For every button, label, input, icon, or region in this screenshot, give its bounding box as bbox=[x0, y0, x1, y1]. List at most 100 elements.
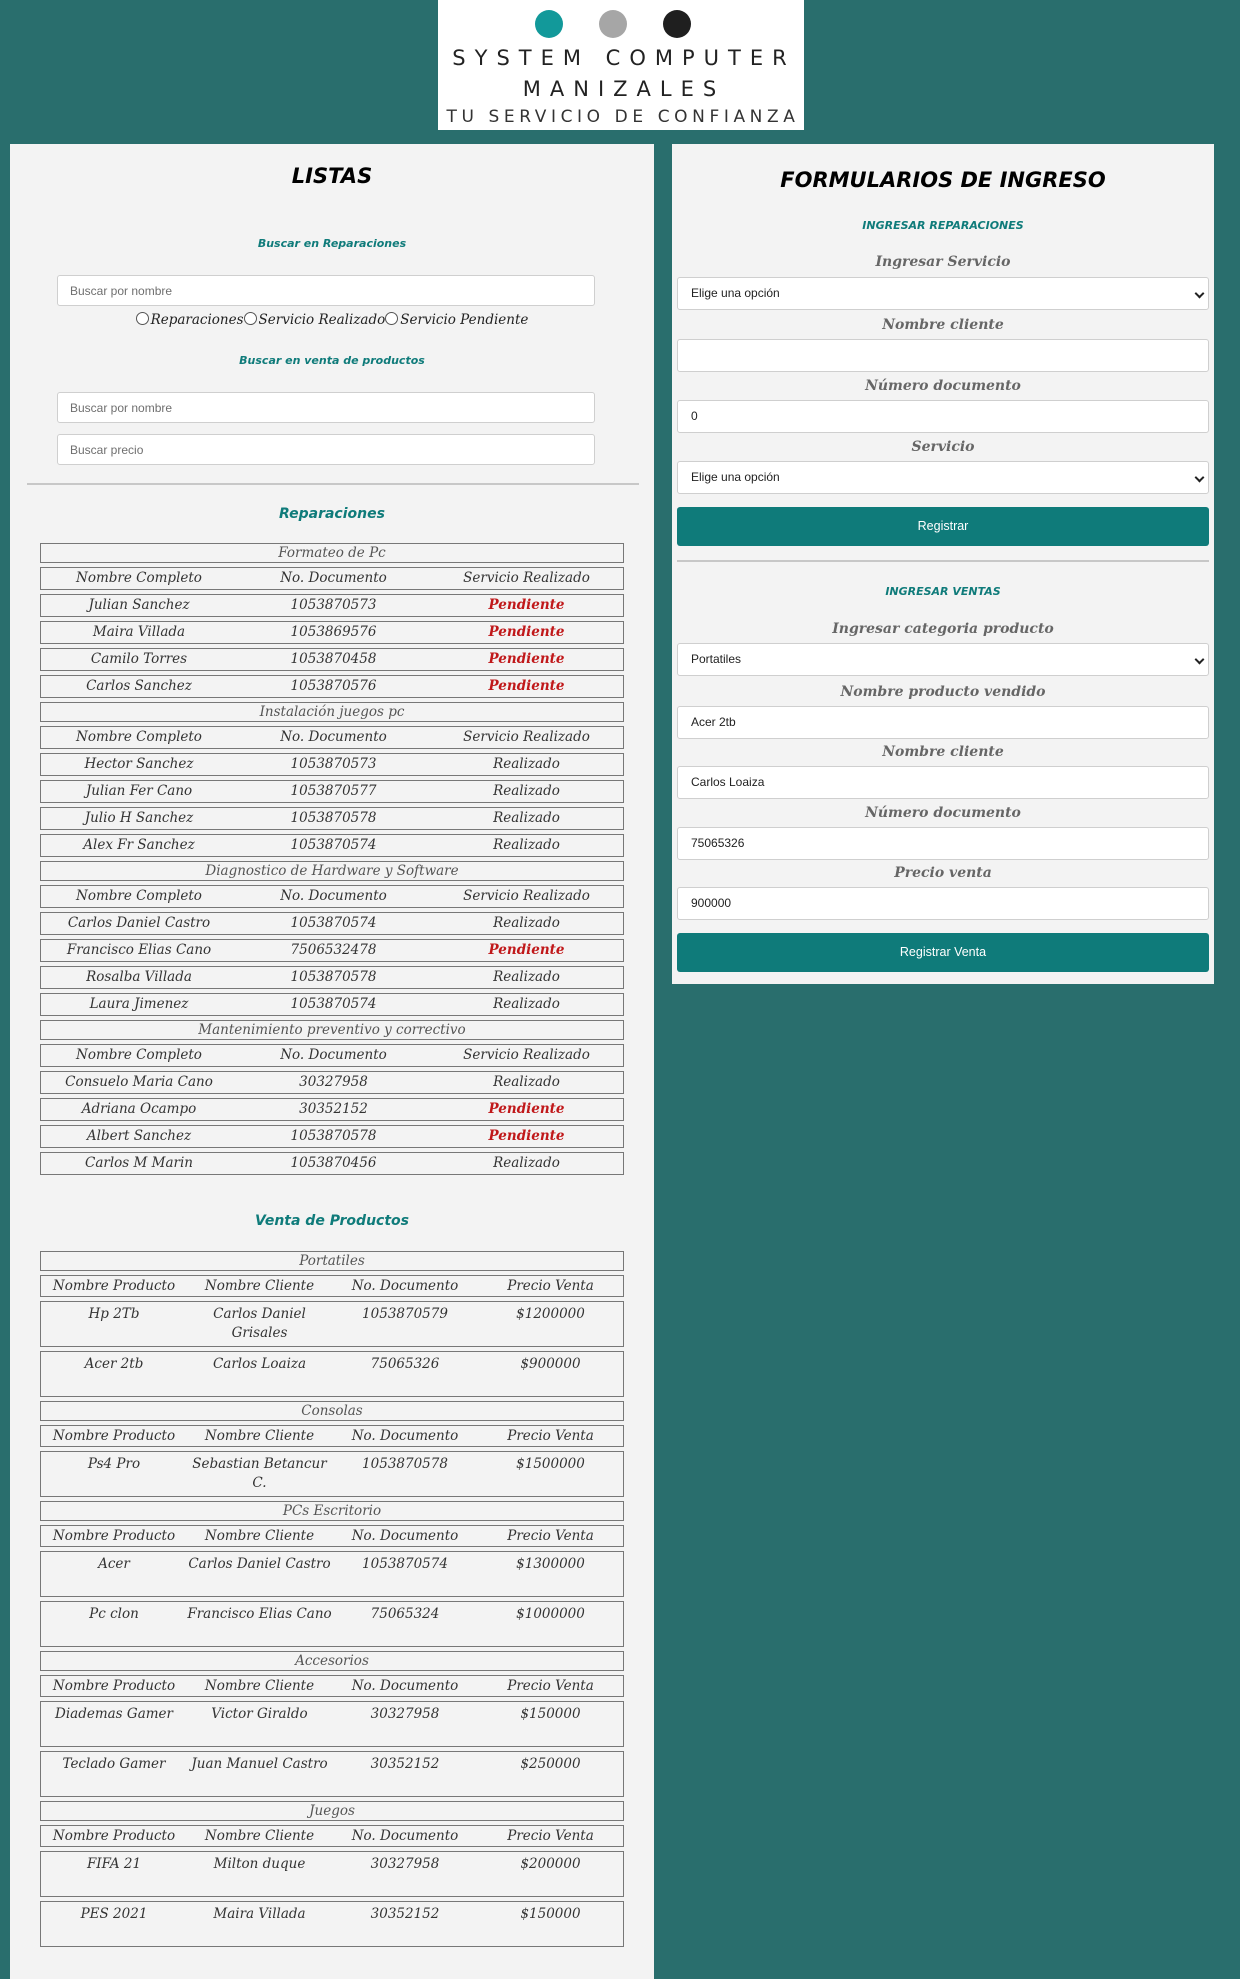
document-cell: 1053870574 bbox=[290, 915, 377, 931]
column-header: No. Documento bbox=[351, 1428, 459, 1444]
price-cell: $900000 bbox=[520, 1356, 581, 1372]
status-cell: Realizado bbox=[493, 969, 560, 985]
sale-client-input[interactable]: Carlos Loaiza bbox=[677, 766, 1209, 799]
column-header: Nombre Producto bbox=[52, 1428, 176, 1444]
client-name-cell: Carlos Daniel Grisales bbox=[213, 1306, 306, 1341]
table-row: Pc clon Francisco Elias Cano 75065324 $1000… bbox=[40, 1601, 624, 1647]
sales-column-header-row: Nombre Producto Nombre Cliente No. Documen… bbox=[40, 1275, 624, 1297]
sale-price-label: Precio venta bbox=[894, 865, 992, 881]
document-cell: 1053870578 bbox=[290, 969, 377, 985]
radio-circle-icon[interactable] bbox=[243, 312, 257, 325]
client-name-cell: Sebastian Betancur C. bbox=[192, 1456, 327, 1491]
product-name-cell: Pc clon bbox=[89, 1606, 139, 1622]
document-cell: 30327958 bbox=[370, 1706, 440, 1722]
column-header: No. Documento bbox=[351, 1678, 459, 1694]
client-name-cell: Victor Giraldo bbox=[211, 1706, 308, 1722]
column-header: No. Documento bbox=[280, 1047, 387, 1063]
product-name-input[interactable]: Acer 2tb bbox=[677, 706, 1209, 739]
repairs-table: Formateo de Pc Nombre Completo No. Documen… bbox=[40, 543, 624, 1179]
client-name-cell: Rosalba Villada bbox=[86, 969, 192, 985]
table-row: Hector Sanchez 1053870573 Realizado bbox=[40, 753, 624, 776]
radio-reparaciones[interactable]: Reparaciones bbox=[135, 312, 244, 328]
search-repairs-input[interactable] bbox=[57, 275, 595, 306]
servicio-select[interactable]: Elige una opción bbox=[677, 461, 1209, 494]
column-header: No. Documento bbox=[351, 1278, 459, 1294]
repair-category-header: Diagnostico de Hardware y Software bbox=[40, 861, 624, 881]
forms-title: FORMULARIOS DE INGRESO bbox=[780, 168, 1106, 192]
price-cell: $200000 bbox=[520, 1856, 581, 1872]
document-cell: 1053870578 bbox=[290, 1128, 377, 1144]
column-header: Nombre Producto bbox=[52, 1528, 176, 1544]
table-row: Acer Carlos Daniel Castro 1053870574 $13000… bbox=[40, 1551, 624, 1597]
repair-column-header-row: Nombre Completo No. Documento Servicio Rea… bbox=[40, 1044, 624, 1067]
table-row: Francisco Elias Cano 7506532478 Pendiente bbox=[40, 939, 624, 962]
product-name-label: Nombre producto vendido bbox=[840, 684, 1046, 700]
document-cell: 7506532478 bbox=[290, 942, 377, 958]
column-header: Precio Venta bbox=[507, 1678, 594, 1694]
table-row: Diademas Gamer Victor Giraldo 30327958 $150… bbox=[40, 1701, 624, 1747]
service-select-label: Ingresar Servicio bbox=[875, 254, 1011, 270]
repair-column-header-row: Nombre Completo No. Documento Servicio Rea… bbox=[40, 726, 624, 749]
repair-column-header-row: Nombre Completo No. Documento Servicio Rea… bbox=[40, 567, 624, 590]
client-name-cell: Laura Jimenez bbox=[89, 996, 189, 1012]
table-row: Carlos M Marin 1053870456 Realizado bbox=[40, 1152, 624, 1175]
logo-dot-gray bbox=[599, 10, 627, 38]
sales-table: Portatiles Nombre Producto Nombre Cliente N… bbox=[40, 1251, 624, 1951]
radio-servicio-realizado[interactable]: Servicio Realizado bbox=[243, 312, 385, 328]
servicio-select-value: Elige una opción bbox=[691, 470, 780, 484]
status-cell: Pendiente bbox=[488, 651, 565, 667]
status-cell: Realizado bbox=[493, 1155, 560, 1171]
brand-name-line1: SYSTEM COMPUTER bbox=[452, 46, 796, 70]
product-name-value: Acer 2tb bbox=[691, 715, 736, 729]
column-header: Nombre Completo bbox=[76, 729, 202, 745]
document-cell: 1053870578 bbox=[362, 1456, 448, 1472]
table-row: Laura Jimenez 1053870574 Realizado bbox=[40, 993, 624, 1016]
client-name-cell: Julio H Sanchez bbox=[84, 810, 194, 826]
document-cell: 1053870458 bbox=[290, 651, 377, 667]
table-row: Consuelo Maria Cano 30327958 Realizado bbox=[40, 1071, 624, 1094]
price-cell: $250000 bbox=[520, 1756, 581, 1772]
product-name-cell: Hp 2Tb bbox=[88, 1306, 140, 1322]
search-sales-price-input[interactable] bbox=[57, 434, 595, 465]
status-cell: Pendiente bbox=[488, 942, 565, 958]
status-cell: Pendiente bbox=[488, 1128, 565, 1144]
radio-servicio-pendiente[interactable]: Servicio Pendiente bbox=[385, 312, 528, 328]
client-name-label: Nombre cliente bbox=[882, 317, 1004, 333]
sale-doc-input[interactable]: 75065326 bbox=[677, 827, 1209, 860]
status-cell: Realizado bbox=[493, 810, 560, 826]
search-sales-name-input[interactable] bbox=[57, 392, 595, 423]
radio-circle-icon[interactable] bbox=[385, 312, 399, 325]
price-cell: $150000 bbox=[520, 1906, 581, 1922]
price-cell: $1500000 bbox=[516, 1456, 585, 1472]
client-name-cell: Carlos Daniel Castro bbox=[67, 915, 211, 931]
product-name-cell: PES 2021 bbox=[80, 1906, 148, 1922]
service-select[interactable]: Elige una opción bbox=[677, 277, 1209, 310]
client-name-cell: Julian Sanchez bbox=[88, 597, 190, 613]
sale-price-input[interactable]: 900000 bbox=[677, 887, 1209, 920]
client-name-input[interactable] bbox=[677, 339, 1209, 372]
register-repair-button[interactable]: Registrar bbox=[677, 507, 1209, 546]
doc-number-label: Número documento bbox=[865, 378, 1021, 394]
column-header: No. Documento bbox=[280, 729, 387, 745]
column-header: No. Documento bbox=[351, 1828, 459, 1844]
logo-dot-teal bbox=[535, 10, 563, 38]
register-sale-button[interactable]: Registrar Venta bbox=[677, 933, 1209, 972]
radio-circle-icon[interactable] bbox=[135, 312, 149, 325]
category-select[interactable]: Portatiles bbox=[677, 643, 1209, 676]
column-header: Precio Venta bbox=[507, 1278, 594, 1294]
column-header: Nombre Cliente bbox=[204, 1828, 315, 1844]
product-name-cell: Acer 2tb bbox=[84, 1356, 144, 1372]
sale-doc-label: Número documento bbox=[865, 805, 1021, 821]
sales-heading: Venta de Productos bbox=[255, 1213, 409, 1229]
repair-column-header-row: Nombre Completo No. Documento Servicio Rea… bbox=[40, 885, 624, 908]
column-header: Nombre Completo bbox=[76, 1047, 202, 1063]
client-name-cell: Alex Fr Sanchez bbox=[83, 837, 195, 853]
document-cell: 75065326 bbox=[370, 1356, 440, 1372]
servicio-select-label: Servicio bbox=[911, 439, 975, 455]
table-row: Adriana Ocampo 30352152 Pendiente bbox=[40, 1098, 624, 1121]
document-cell: 30352152 bbox=[370, 1756, 440, 1772]
price-cell: $150000 bbox=[520, 1706, 581, 1722]
table-row: Acer 2tb Carlos Loaiza 75065326 $900000 bbox=[40, 1351, 624, 1397]
doc-number-input[interactable]: 0 bbox=[677, 400, 1209, 433]
search-repairs-label: Buscar en Reparaciones bbox=[257, 237, 407, 250]
